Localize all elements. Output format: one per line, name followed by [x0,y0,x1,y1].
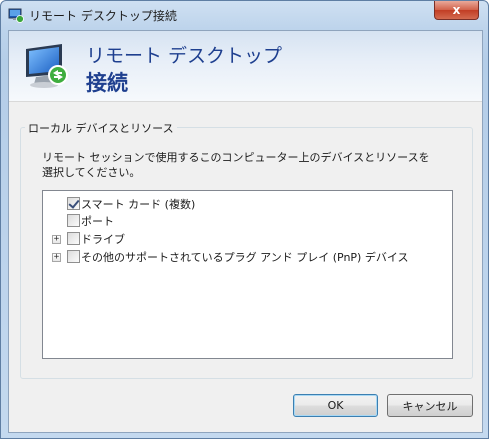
remote-desktop-icon [8,8,24,23]
client-area: リモート デスクトップ 接続 ローカル デバイスとリソース リモート セッション… [8,30,483,433]
group-legend: ローカル デバイスとリソース [25,120,177,136]
group-description: リモート セッションで使用するこのコンピューター上のデバイスとリソースを選択して… [42,151,430,179]
close-button[interactable]: x [434,1,479,20]
checkbox-pnp-devices[interactable] [67,250,80,263]
title-bar[interactable]: リモート デスクトップ接続 x [1,1,488,29]
dialog-window: リモート デスクトップ接続 x リモート デスクトップ 接続 ローカル デバイス… [0,0,489,439]
tree-item-label: ドライブ [81,233,125,246]
banner-title: リモート デスクトップ [86,45,283,67]
expand-plus-icon[interactable]: + [52,235,61,244]
checkbox-smart-card[interactable] [67,197,80,210]
cancel-button[interactable]: キャンセル [387,394,473,417]
tree-item-label: スマート カード (複数) [81,198,196,211]
close-icon: x [452,3,461,17]
remote-desktop-icon [26,44,68,88]
banner-subtitle: 接続 [86,71,128,95]
banner: リモート デスクトップ 接続 [9,31,482,102]
device-tree[interactable]: スマート カード (複数) ポート + ドライブ + その他のサポートされている… [42,190,453,359]
window-title: リモート デスクトップ接続 [29,9,177,23]
ok-button[interactable]: OK [293,394,378,417]
expand-plus-icon[interactable]: + [52,253,61,262]
tree-item-label: ポート [81,215,114,228]
tree-item-label: その他のサポートされているプラグ アンド プレイ (PnP) デバイス [81,251,409,264]
checkbox-port[interactable] [67,214,80,227]
checkbox-drive[interactable] [67,232,80,245]
